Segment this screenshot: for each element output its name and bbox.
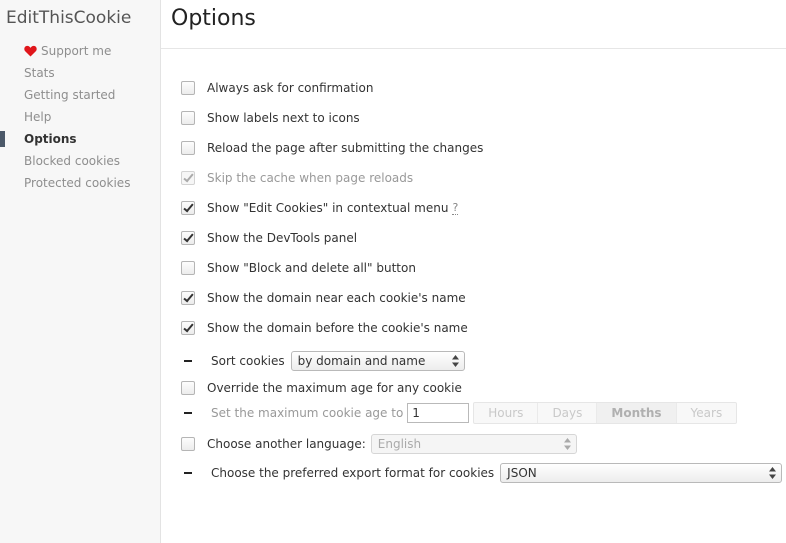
checkbox[interactable] <box>181 201 195 215</box>
option-show-domain-near-name[interactable]: Show the domain near each cookie's name <box>181 288 466 308</box>
sidebar-item-options[interactable]: Options <box>0 128 160 150</box>
select-arrows-icon <box>769 467 777 479</box>
unit-months[interactable]: Months <box>597 403 677 423</box>
export-format-label: Choose the preferred export format for c… <box>211 466 495 480</box>
export-format-value: JSON <box>507 466 537 480</box>
checkbox[interactable] <box>181 111 195 125</box>
checkbox[interactable] <box>181 231 195 245</box>
sidebar-nav: Support me Stats Getting started Help Op… <box>0 40 160 194</box>
option-label: Show the DevTools panel <box>207 231 358 245</box>
checkbox[interactable] <box>181 291 195 305</box>
max-age-input[interactable] <box>407 403 470 423</box>
option-label: Show "Edit Cookies" in contextual menu <box>207 201 449 215</box>
heart-icon <box>24 45 37 57</box>
checkbox[interactable] <box>181 381 195 395</box>
sidebar-item-label: Protected cookies <box>24 176 131 190</box>
option-show-edit-cookies-context-menu[interactable]: Show "Edit Cookies" in contextual menu ? <box>181 198 459 218</box>
sidebar-item-label: Options <box>24 132 77 146</box>
sort-cookies-value: by domain and name <box>297 354 426 368</box>
export-format-row: Choose the preferred export format for c… <box>181 462 783 484</box>
option-skip-cache-on-reload: Skip the cache when page reloads <box>181 168 413 188</box>
option-reload-page-after-submit[interactable]: Reload the page after submitting the cha… <box>181 138 483 158</box>
option-show-block-delete-all-button[interactable]: Show "Block and delete all" button <box>181 258 416 278</box>
sidebar-item-protected-cookies[interactable]: Protected cookies <box>0 172 160 194</box>
sidebar: EditThisCookie Support me Stats Getting … <box>0 0 161 543</box>
language-value: English <box>377 437 422 451</box>
option-label: Skip the cache when page reloads <box>207 171 414 185</box>
title-divider <box>161 48 786 49</box>
max-age-label: Set the maximum cookie age to <box>211 406 404 420</box>
option-label: Reload the page after submitting the cha… <box>207 141 484 155</box>
bullet-dash <box>184 412 192 414</box>
select-arrows-icon <box>451 355 459 367</box>
unit-years[interactable]: Years <box>677 403 737 423</box>
sidebar-item-blocked-cookies[interactable]: Blocked cookies <box>0 150 160 172</box>
sidebar-item-label: Getting started <box>24 88 116 102</box>
unit-hours[interactable]: Hours <box>474 403 539 423</box>
bullet-dash <box>184 472 192 474</box>
sidebar-item-label: Support me <box>41 44 112 58</box>
option-always-ask-confirmation[interactable]: Always ask for confirmation <box>181 78 373 98</box>
page-title: Options <box>171 6 256 31</box>
option-label: Show labels next to icons <box>207 111 360 125</box>
option-label: Show "Block and delete all" button <box>207 261 416 275</box>
help-tooltip-trigger[interactable]: ? <box>452 201 459 215</box>
sort-cookies-row: Sort cookies by domain and name <box>181 350 465 372</box>
option-label: Show the domain before the cookie's name <box>207 321 468 335</box>
option-show-domain-before-name[interactable]: Show the domain before the cookie's name <box>181 318 468 338</box>
checkbox[interactable] <box>181 437 195 451</box>
option-show-devtools-panel[interactable]: Show the DevTools panel <box>181 228 357 248</box>
option-label: Always ask for confirmation <box>207 81 374 95</box>
sidebar-item-label: Blocked cookies <box>24 154 121 168</box>
sidebar-item-label: Help <box>24 110 52 124</box>
checkbox[interactable] <box>181 321 195 335</box>
language-row: Choose another language: English <box>181 433 577 455</box>
sidebar-item-support-me[interactable]: Support me <box>0 40 160 62</box>
option-label: Override the maximum age for any cookie <box>207 381 462 395</box>
option-label: Show the domain near each cookie's name <box>207 291 466 305</box>
checkbox[interactable] <box>181 141 195 155</box>
sort-cookies-label: Sort cookies <box>211 354 285 368</box>
unit-days[interactable]: Days <box>538 403 598 423</box>
sidebar-item-help[interactable]: Help <box>0 106 160 128</box>
language-select[interactable]: English <box>370 434 577 454</box>
sidebar-item-getting-started[interactable]: Getting started <box>0 84 160 106</box>
app-title: EditThisCookie <box>6 8 132 28</box>
checkbox[interactable] <box>181 261 195 275</box>
sidebar-item-label: Stats <box>24 66 55 80</box>
option-show-labels-next-to-icons[interactable]: Show labels next to icons <box>181 108 360 128</box>
bullet-dash <box>184 360 192 362</box>
sidebar-item-stats[interactable]: Stats <box>0 62 160 84</box>
language-label: Choose another language: <box>207 437 366 451</box>
checkbox[interactable] <box>181 81 195 95</box>
export-format-select[interactable]: JSON <box>500 463 783 483</box>
sort-cookies-select[interactable]: by domain and name <box>290 351 465 371</box>
max-age-row: Set the maximum cookie age to Hours Days… <box>181 401 738 425</box>
option-override-max-age[interactable]: Override the maximum age for any cookie <box>181 378 462 398</box>
checkbox <box>181 171 195 185</box>
main-panel: Options Always ask for confirmation Show… <box>161 0 786 543</box>
select-arrows-icon <box>563 438 571 450</box>
max-age-unit-selector: Hours Days Months Years <box>473 402 738 424</box>
